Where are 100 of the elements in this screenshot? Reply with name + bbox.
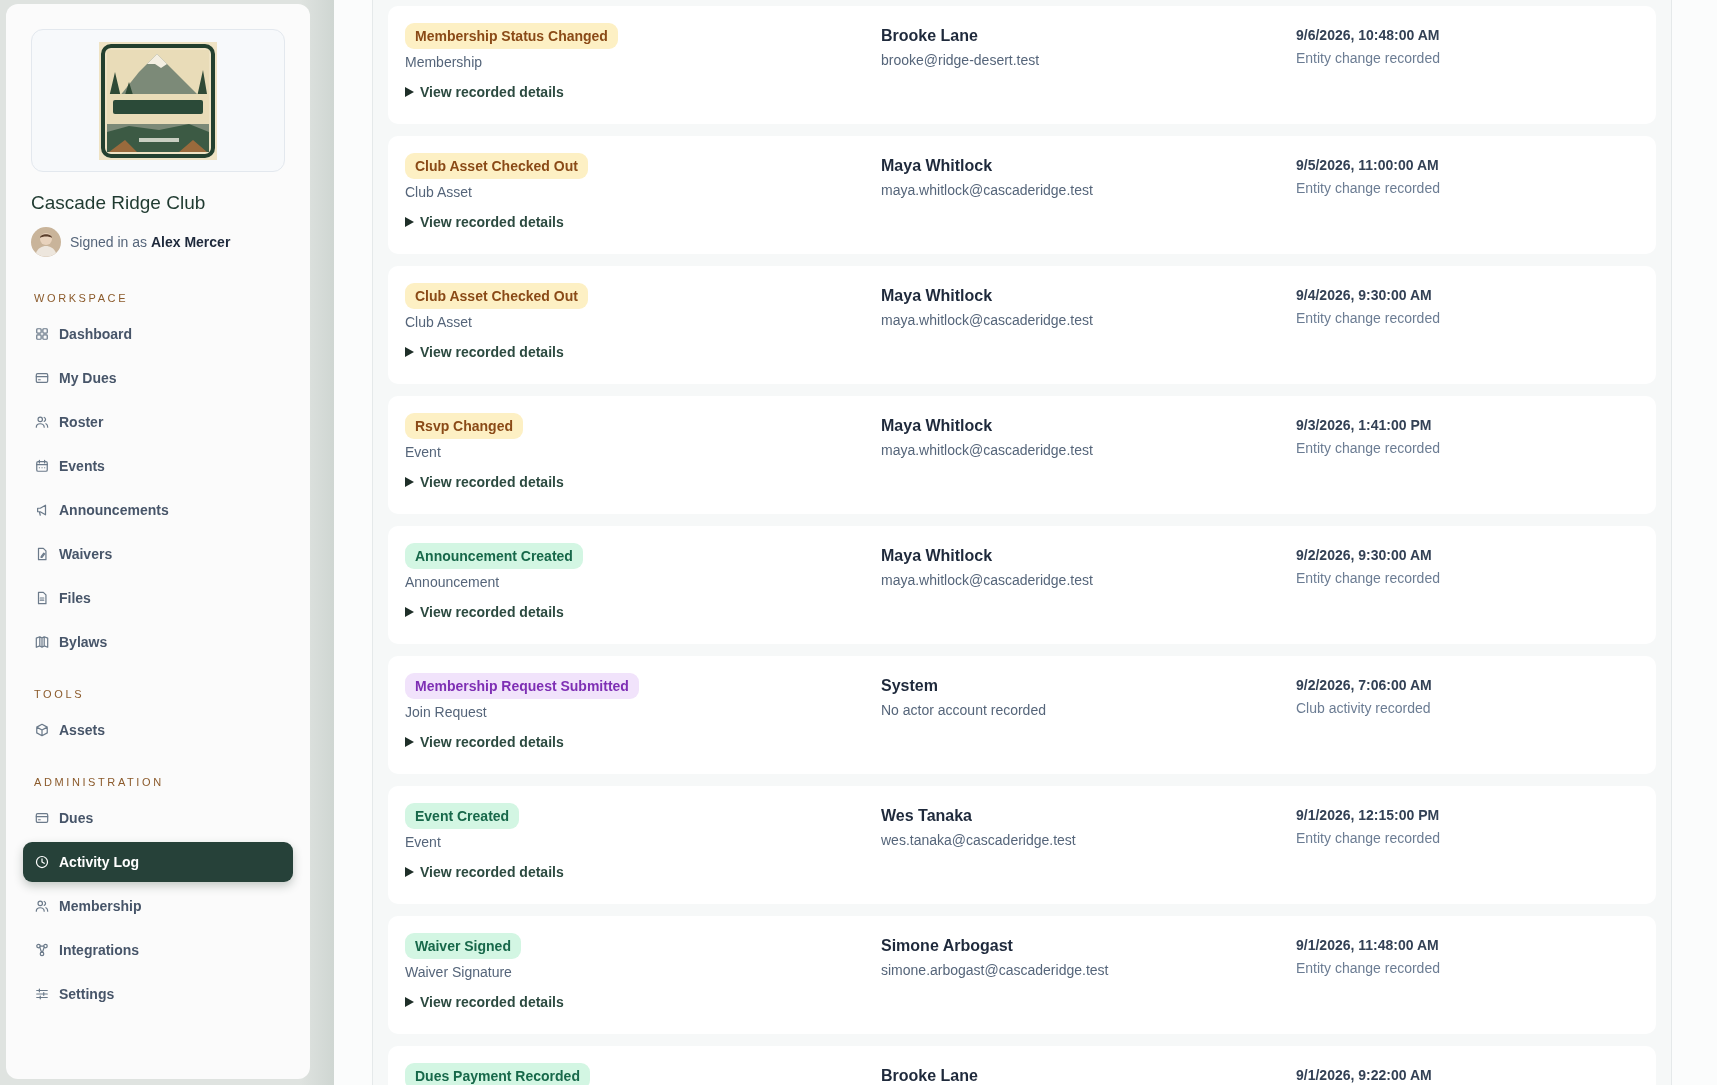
nav-item[interactable]: Settings [23, 974, 293, 1014]
event-badge: Event Created [405, 803, 520, 829]
sliders-icon [35, 987, 49, 1001]
event-badge: Announcement Created [405, 543, 583, 569]
change-summary: Entity change recorded [1296, 309, 1440, 327]
change-summary: Entity change recorded [1296, 829, 1440, 847]
entity-type: Event [405, 443, 441, 461]
entity-type: Club Asset [405, 313, 472, 331]
club-name: Cascade Ridge Club [31, 191, 207, 215]
entity-type: Join Request [405, 703, 487, 721]
caret-icon [405, 347, 414, 357]
actor-name: Maya Whitlock [881, 416, 993, 436]
nav-item[interactable]: Bylaws [23, 622, 293, 662]
actor-name: Maya Whitlock [881, 286, 993, 306]
nav-item[interactable]: Announcements [23, 490, 293, 530]
nav-item[interactable]: Dashboard [23, 314, 293, 354]
actor-name: Maya Whitlock [881, 546, 993, 566]
nav-item[interactable]: Roster [23, 402, 293, 442]
actor-email: maya.whitlock@cascaderidge.test [881, 311, 1093, 329]
signed-in-text: Signed in as Alex Mercer [70, 234, 231, 250]
event-badge: Membership Status Changed [405, 23, 618, 49]
nodes-icon [35, 943, 49, 957]
caret-icon [405, 737, 414, 747]
card-icon [35, 371, 49, 385]
nav-item[interactable]: Activity Log [23, 842, 293, 882]
change-summary: Club activity recorded [1296, 699, 1431, 717]
actor-email: brooke@ridge-desert.test [881, 51, 1040, 69]
event-badge: Dues Payment Recorded [405, 1063, 590, 1085]
change-summary: Entity change recorded [1296, 179, 1440, 197]
details-toggle[interactable]: View recorded details [405, 213, 564, 231]
change-summary: Entity change recorded [1296, 569, 1440, 587]
caret-icon [405, 87, 414, 97]
change-summary: Entity change recorded [1296, 439, 1440, 457]
details-toggle[interactable]: View recorded details [405, 863, 564, 881]
details-toggle[interactable]: View recorded details [405, 83, 564, 101]
timestamp: 9/2/2026, 9:30:00 AM [1296, 546, 1432, 565]
caret-icon [405, 607, 414, 617]
file-icon [35, 591, 49, 605]
details-toggle[interactable]: View recorded details [405, 343, 564, 361]
event-badge: Waiver Signed [405, 933, 521, 959]
event-badge: Club Asset Checked Out [405, 283, 588, 309]
card-icon [35, 811, 49, 825]
actor-name: Maya Whitlock [881, 156, 993, 176]
actor-email: maya.whitlock@cascaderidge.test [881, 441, 1093, 459]
section-label: TOOLS [34, 687, 86, 702]
section-label: ADMINISTRATION [34, 775, 165, 790]
nav-item[interactable]: Dues [23, 798, 293, 838]
actor-email: No actor account recorded [881, 701, 1046, 719]
actor-name: System [881, 676, 938, 696]
avatar-icon [31, 227, 61, 257]
nav-item[interactable]: Files [23, 578, 293, 618]
actor-email: wes.tanaka@cascaderidge.test [881, 831, 1076, 849]
nav-item[interactable]: Membership [23, 886, 293, 926]
change-summary: Entity change recorded [1296, 49, 1440, 67]
timestamp: 9/1/2026, 11:48:00 AM [1296, 936, 1439, 955]
clock-icon [35, 855, 49, 869]
entity-type: Membership [405, 53, 483, 71]
section-label: WORKSPACE [34, 291, 130, 306]
timestamp: 9/1/2026, 12:15:00 PM [1296, 806, 1440, 825]
cube-icon [35, 723, 49, 737]
actor-name: Brooke Lane [881, 26, 978, 46]
actor-email: simone.arbogast@cascaderidge.test [881, 961, 1109, 979]
caret-icon [405, 477, 414, 487]
timestamp: 9/3/2026, 1:41:00 PM [1296, 416, 1432, 435]
details-toggle[interactable]: View recorded details [405, 473, 564, 491]
entity-type: Club Asset [405, 183, 472, 201]
nav-item[interactable]: Waivers [23, 534, 293, 574]
caret-icon [405, 217, 414, 227]
actor-name: Simone Arbogast [881, 936, 1013, 956]
actor-email: maya.whitlock@cascaderidge.test [881, 181, 1093, 199]
nav-item[interactable]: My Dues [23, 358, 293, 398]
entity-type: Announcement [405, 573, 500, 591]
caret-icon [405, 997, 414, 1007]
document-icon [35, 547, 49, 561]
event-badge: Rsvp Changed [405, 413, 523, 439]
users-icon [35, 899, 49, 913]
details-toggle[interactable]: View recorded details [405, 733, 564, 751]
entity-type: Waiver Signature [405, 963, 512, 981]
details-toggle[interactable]: View recorded details [405, 993, 564, 1011]
event-badge: Membership Request Submitted [405, 673, 639, 699]
users-icon [35, 415, 49, 429]
nav-item[interactable]: Integrations [23, 930, 293, 970]
caret-icon [405, 867, 414, 877]
nav-item[interactable]: Events [23, 446, 293, 486]
timestamp: 9/1/2026, 9:22:00 AM [1296, 1066, 1432, 1085]
megaphone-icon [35, 503, 49, 517]
nav-item[interactable]: Assets [23, 710, 293, 750]
timestamp: 9/4/2026, 9:30:00 AM [1296, 286, 1432, 305]
actor-email: maya.whitlock@cascaderidge.test [881, 571, 1093, 589]
event-badge: Club Asset Checked Out [405, 153, 588, 179]
entity-type: Event [405, 833, 441, 851]
grid-icon [35, 327, 49, 341]
actor-name: Wes Tanaka [881, 806, 972, 826]
timestamp: 9/6/2026, 10:48:00 AM [1296, 26, 1440, 45]
timestamp: 9/5/2026, 11:00:00 AM [1296, 156, 1439, 175]
calendar-icon [35, 459, 49, 473]
change-summary: Entity change recorded [1296, 959, 1440, 977]
book-icon [35, 635, 49, 649]
details-toggle[interactable]: View recorded details [405, 603, 564, 621]
actor-name: Brooke Lane [881, 1066, 978, 1085]
